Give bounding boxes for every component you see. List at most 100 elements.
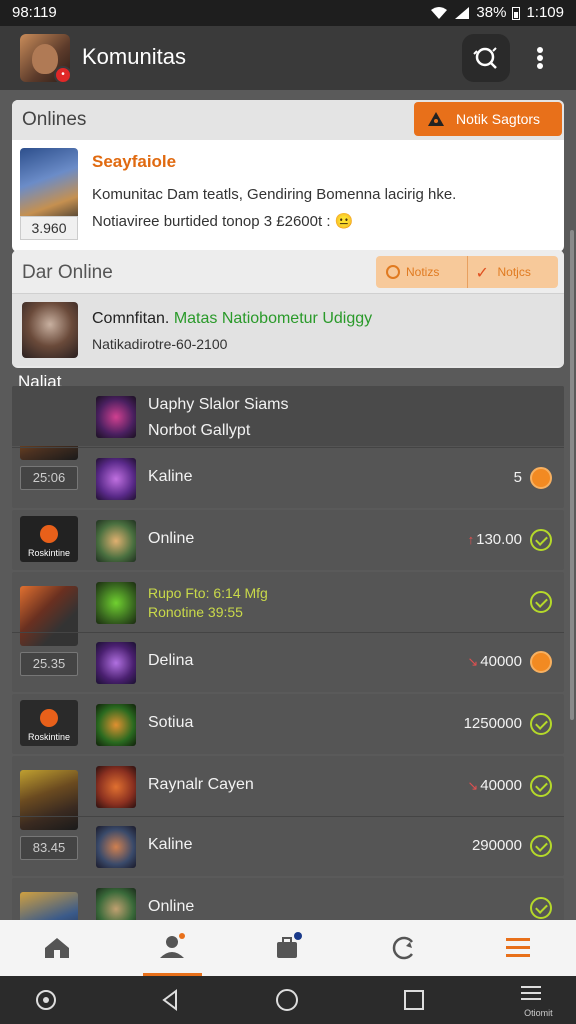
list-group: 25:06 Uaphy Slalor Siams Norbot Gallypt K… <box>12 386 564 508</box>
notify-action-button[interactable]: Notik Sagtors <box>414 102 562 136</box>
list-item[interactable]: Kaline 5 <box>12 448 564 508</box>
list-item[interactable]: Sotiua 1250000 <box>12 694 564 754</box>
battery-percent: 38% <box>476 4 507 21</box>
check-circle-icon[interactable] <box>530 897 552 919</box>
nav-inventory[interactable] <box>230 920 345 976</box>
item-value: 290000 <box>471 837 522 854</box>
list-item[interactable]: Raynalr Cayen ↘ 40000 <box>12 756 564 816</box>
settings-icon <box>36 990 56 1010</box>
list-item[interactable]: Online <box>12 878 564 920</box>
item-value: ↑ 130.00 <box>467 531 522 548</box>
item-name: Sotiua <box>148 714 194 731</box>
item-thumbnail <box>96 396 136 438</box>
more-options-button[interactable] <box>524 38 556 78</box>
app-bar: • Komunitas <box>0 26 576 90</box>
online-card-title: Dar Online <box>22 262 113 283</box>
list-group: 25.35 Rupo Fto: 6:14 Mfg Ronotine 39:55 D… <box>12 572 564 692</box>
check-circle-icon[interactable] <box>530 591 552 613</box>
refresh-icon <box>392 936 413 960</box>
item-detail: Notiaviree burtided tonop 3 £2600t : 😐 <box>92 213 354 230</box>
user-add-icon <box>160 933 186 958</box>
hazard-icon <box>428 112 444 126</box>
item-subtitle: Natikadirotre-60-2100 <box>92 336 228 352</box>
nav-activity[interactable] <box>346 920 461 976</box>
search-icon <box>473 47 497 69</box>
item-value: ↘ 40000 <box>467 777 522 794</box>
bottom-nav <box>0 920 576 976</box>
list-item[interactable]: Online ↑ 130.00 <box>12 510 564 570</box>
segment-label: Notizs <box>406 265 440 279</box>
check-circle-icon[interactable] <box>530 835 552 857</box>
list-item[interactable]: Kaline 290000 <box>12 816 564 876</box>
check-icon: ✓ <box>475 265 489 282</box>
segment-notjcs[interactable]: ✓ Notjcs <box>468 256 559 288</box>
check-circle-icon[interactable] <box>530 529 552 551</box>
wifi-icon <box>431 6 448 19</box>
item-value: ↘ 40000 <box>467 653 522 670</box>
recents-button[interactable] <box>346 976 461 1024</box>
nav-menu[interactable] <box>461 920 576 976</box>
check-circle-icon[interactable] <box>530 775 552 797</box>
page-title: Komunitas <box>82 44 186 69</box>
item-thumbnail <box>96 704 136 746</box>
game-list: 25:06 Uaphy Slalor Siams Norbot Gallypt K… <box>12 386 564 920</box>
check-circle-icon[interactable] <box>530 713 552 735</box>
nav-profile[interactable] <box>115 920 230 976</box>
item-name: Kaline <box>148 836 193 853</box>
briefcase-icon <box>277 932 303 958</box>
nav-home[interactable] <box>0 920 115 976</box>
back-button[interactable] <box>115 976 230 1024</box>
item-value: 1250000 <box>463 715 522 732</box>
item-name: Rupo Fto: 6:14 Mfg Ronotine 39:55 <box>148 585 268 620</box>
notify-action-label: Notik Sagtors <box>456 111 541 127</box>
game-thumbnail[interactable]: 3.960 <box>20 148 78 240</box>
radio-circle-icon <box>386 265 400 279</box>
status-bar: 98:119 38% 1:109 <box>0 0 576 26</box>
search-button[interactable] <box>462 34 510 82</box>
character-thumbnail <box>22 302 78 358</box>
list-group: Roskintine Sotiua 1250000 <box>12 694 564 754</box>
list-item[interactable]: Comnfitan. Matas Natiobometur Udiggy Nat… <box>12 294 564 366</box>
status-dot-icon[interactable] <box>530 467 552 489</box>
system-nav-bar: Otiomit <box>0 976 576 1024</box>
overview-caption: Otiomit <box>524 1008 553 1018</box>
segment-label: Notjcs <box>497 265 531 279</box>
item-name: Kaline <box>148 468 193 485</box>
item-name: Delina <box>148 652 194 669</box>
list-item[interactable]: Rupo Fto: 6:14 Mfg Ronotine 39:55 <box>12 572 564 632</box>
onlines-card-title: Onlines <box>22 109 87 130</box>
segment-control: Notizs ✓ Notjcs <box>376 256 558 288</box>
item-description: Komunitac Dam teatls, Gendiring Bomenna … <box>92 186 457 203</box>
scrollbar[interactable] <box>570 230 574 720</box>
status-dot-icon[interactable] <box>530 651 552 673</box>
item-thumbnail <box>96 766 136 808</box>
item-name[interactable]: Seayfaiole <box>92 152 176 172</box>
status-clock: 1:109 <box>526 4 564 21</box>
more-vert-icon <box>537 47 543 69</box>
item-thumbnail <box>96 582 136 624</box>
system-settings-button[interactable] <box>0 976 115 1024</box>
list-item[interactable]: Delina ↘ 40000 <box>12 632 564 692</box>
content-area[interactable]: Onlines Notik Sagtors 3.960 Seayfaiole K… <box>0 90 576 920</box>
home-circle-icon <box>276 989 299 1011</box>
recents-icon <box>403 990 424 1010</box>
onlines-card-header: Onlines Notik Sagtors <box>12 100 564 140</box>
list-group: 83.45 Raynalr Cayen ↘ 40000 Kaline 290000 <box>12 756 564 876</box>
item-name: Uaphy Slalor Siams Norbot Gallypt <box>148 396 289 439</box>
home-icon <box>45 938 69 958</box>
segment-notizs[interactable]: Notizs <box>376 256 468 288</box>
home-button[interactable] <box>230 976 345 1024</box>
item-title: Comnfitan. Matas Natiobometur Udiggy <box>92 310 373 327</box>
item-thumbnail <box>96 642 136 684</box>
list-group: Online <box>12 878 564 920</box>
item-thumbnail <box>96 458 136 500</box>
list-item[interactable]: Uaphy Slalor Siams Norbot Gallypt <box>12 386 564 446</box>
item-value: 5 <box>513 469 522 486</box>
item-name: Online <box>148 530 195 547</box>
online-card: Dar Online Notizs ✓ Notjcs Comnfitan. Ma… <box>12 250 564 368</box>
menu-icon <box>505 938 530 957</box>
item-thumbnail <box>96 520 136 562</box>
item-thumbnail <box>96 826 136 868</box>
overview-button[interactable]: Otiomit <box>461 976 576 1024</box>
avatar[interactable]: • <box>20 34 70 82</box>
